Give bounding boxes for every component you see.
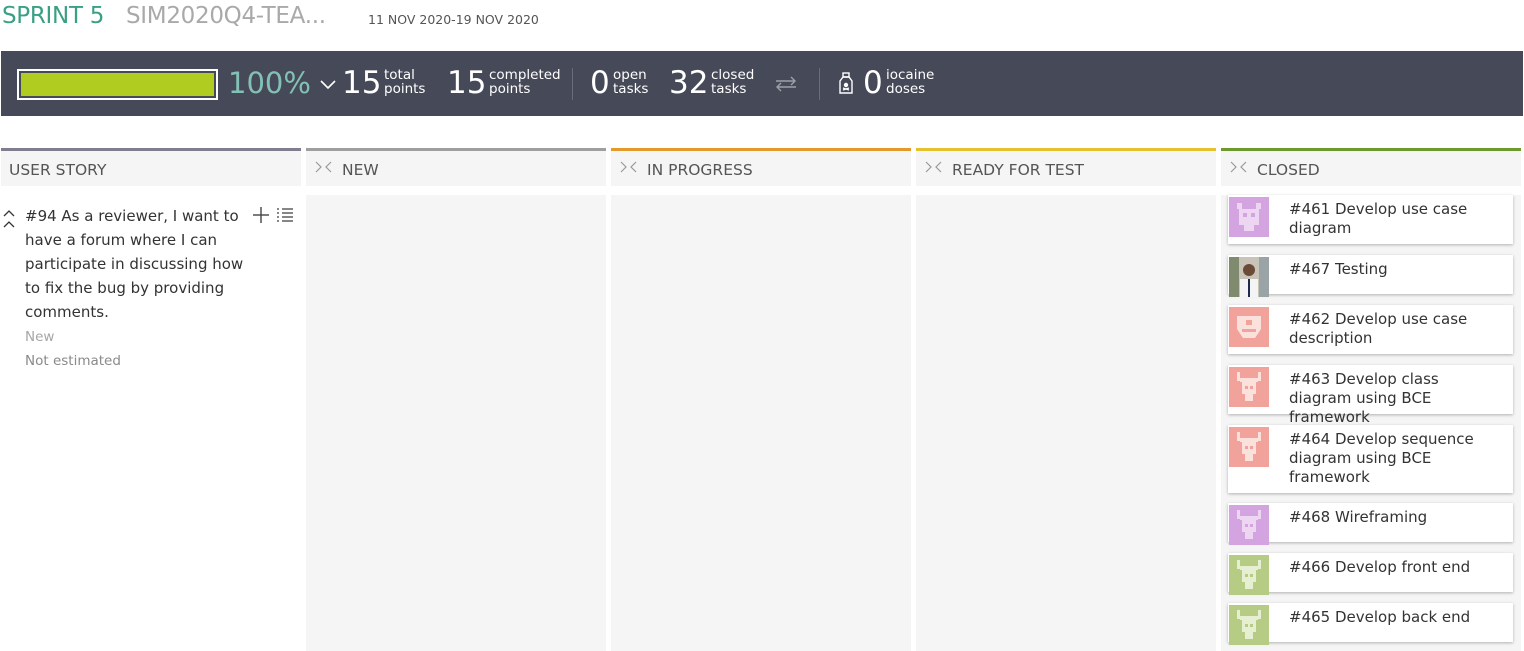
- closed-tasks-label: closed tasks: [711, 67, 755, 97]
- avatar: [1229, 307, 1269, 347]
- avatar: [1229, 367, 1269, 407]
- user-story-title[interactable]: #94 As a reviewer, I want to have a foru…: [25, 204, 247, 324]
- task-card[interactable]: #466 Develop front end: [1228, 553, 1513, 595]
- sprint-summary-bar: 100% 15 total points 15 completed points 0…: [1, 51, 1523, 116]
- progress-percent: 100%: [228, 66, 311, 100]
- fold-column-icon[interactable]: [314, 161, 334, 174]
- sprint-name[interactable]: SPRINT 5: [2, 3, 104, 29]
- avatar: [1229, 427, 1269, 467]
- avatar: [1229, 505, 1269, 545]
- task-card[interactable]: #461 Develop use case diagram: [1228, 195, 1513, 244]
- column-title: USER STORY: [9, 161, 107, 179]
- task-title[interactable]: #465 Develop back end: [1289, 608, 1505, 627]
- column-header-ready-for-test: READY FOR TEST: [916, 148, 1216, 186]
- column-body-new: [306, 195, 606, 651]
- column-body-in-progress: [611, 195, 911, 651]
- column-header-in-progress: IN PROGRESS: [611, 148, 911, 186]
- open-tasks-label: open tasks: [613, 67, 649, 97]
- task-card[interactable]: #465 Develop back end: [1228, 603, 1513, 645]
- summary-divider: [572, 68, 573, 100]
- column-title: IN PROGRESS: [647, 161, 753, 179]
- task-title[interactable]: #462 Develop use case description: [1289, 310, 1505, 348]
- avatar: [1229, 605, 1269, 645]
- task-card[interactable]: #463 Develop class diagram using BCE fra…: [1228, 365, 1513, 426]
- progress-bar-fill: [21, 73, 214, 96]
- task-card[interactable]: #468 Wireframing: [1228, 503, 1513, 545]
- fold-icon[interactable]: [2, 210, 16, 228]
- swap-arrows-icon[interactable]: [774, 75, 798, 93]
- poison-bottle-icon: [839, 72, 853, 94]
- task-title[interactable]: #467 Testing: [1289, 260, 1505, 279]
- closed-tasks-value: 32: [669, 65, 709, 101]
- avatar: [1229, 555, 1269, 595]
- user-story-estimate[interactable]: Not estimated: [25, 353, 121, 369]
- project-name[interactable]: SIM2020Q4-TEA...: [126, 3, 326, 29]
- task-card[interactable]: #467 Testing: [1228, 255, 1513, 297]
- task-title[interactable]: #463 Develop class diagram using BCE fra…: [1289, 370, 1505, 427]
- task-title[interactable]: #468 Wireframing: [1289, 508, 1505, 527]
- open-tasks-value: 0: [590, 65, 610, 101]
- total-points-label: total points: [384, 67, 426, 97]
- user-story-status[interactable]: New: [25, 329, 54, 345]
- fold-column-icon[interactable]: [619, 161, 639, 174]
- completed-points-value: 15: [447, 65, 487, 101]
- task-card[interactable]: #462 Develop use case description: [1228, 305, 1513, 354]
- avatar: [1229, 257, 1269, 297]
- column-title: READY FOR TEST: [952, 161, 1085, 179]
- task-title[interactable]: #464 Develop sequence diagram using BCE …: [1289, 430, 1505, 487]
- column-body-ready-for-test: [916, 195, 1216, 651]
- list-icon[interactable]: [276, 206, 294, 224]
- avatar: [1229, 197, 1269, 237]
- column-header-user-story: USER STORY: [1, 148, 301, 186]
- task-title[interactable]: #466 Develop front end: [1289, 558, 1505, 577]
- task-card[interactable]: #464 Develop sequence diagram using BCE …: [1228, 425, 1513, 493]
- progress-bar: [17, 69, 218, 100]
- column-title: CLOSED: [1257, 161, 1320, 179]
- sprint-date-range: 11 NOV 2020-19 NOV 2020: [368, 12, 539, 27]
- iocaine-doses-value: 0: [863, 65, 883, 101]
- column-header-new: NEW: [306, 148, 606, 186]
- sprint-header: SPRINT 5 SIM2020Q4-TEA... 11 NOV 2020-19…: [0, 0, 1524, 51]
- summary-divider: [819, 68, 820, 100]
- add-icon[interactable]: [252, 206, 270, 224]
- column-header-closed: CLOSED: [1221, 148, 1521, 186]
- fold-column-icon[interactable]: [924, 161, 944, 174]
- fold-column-icon[interactable]: [1229, 161, 1249, 174]
- total-points-value: 15: [342, 65, 382, 101]
- completed-points-label: completed points: [489, 67, 561, 97]
- task-title[interactable]: #461 Develop use case diagram: [1289, 200, 1505, 238]
- iocaine-doses-label: iocaine doses: [886, 67, 935, 97]
- chevron-down-icon[interactable]: [319, 75, 337, 93]
- column-title: NEW: [342, 161, 379, 179]
